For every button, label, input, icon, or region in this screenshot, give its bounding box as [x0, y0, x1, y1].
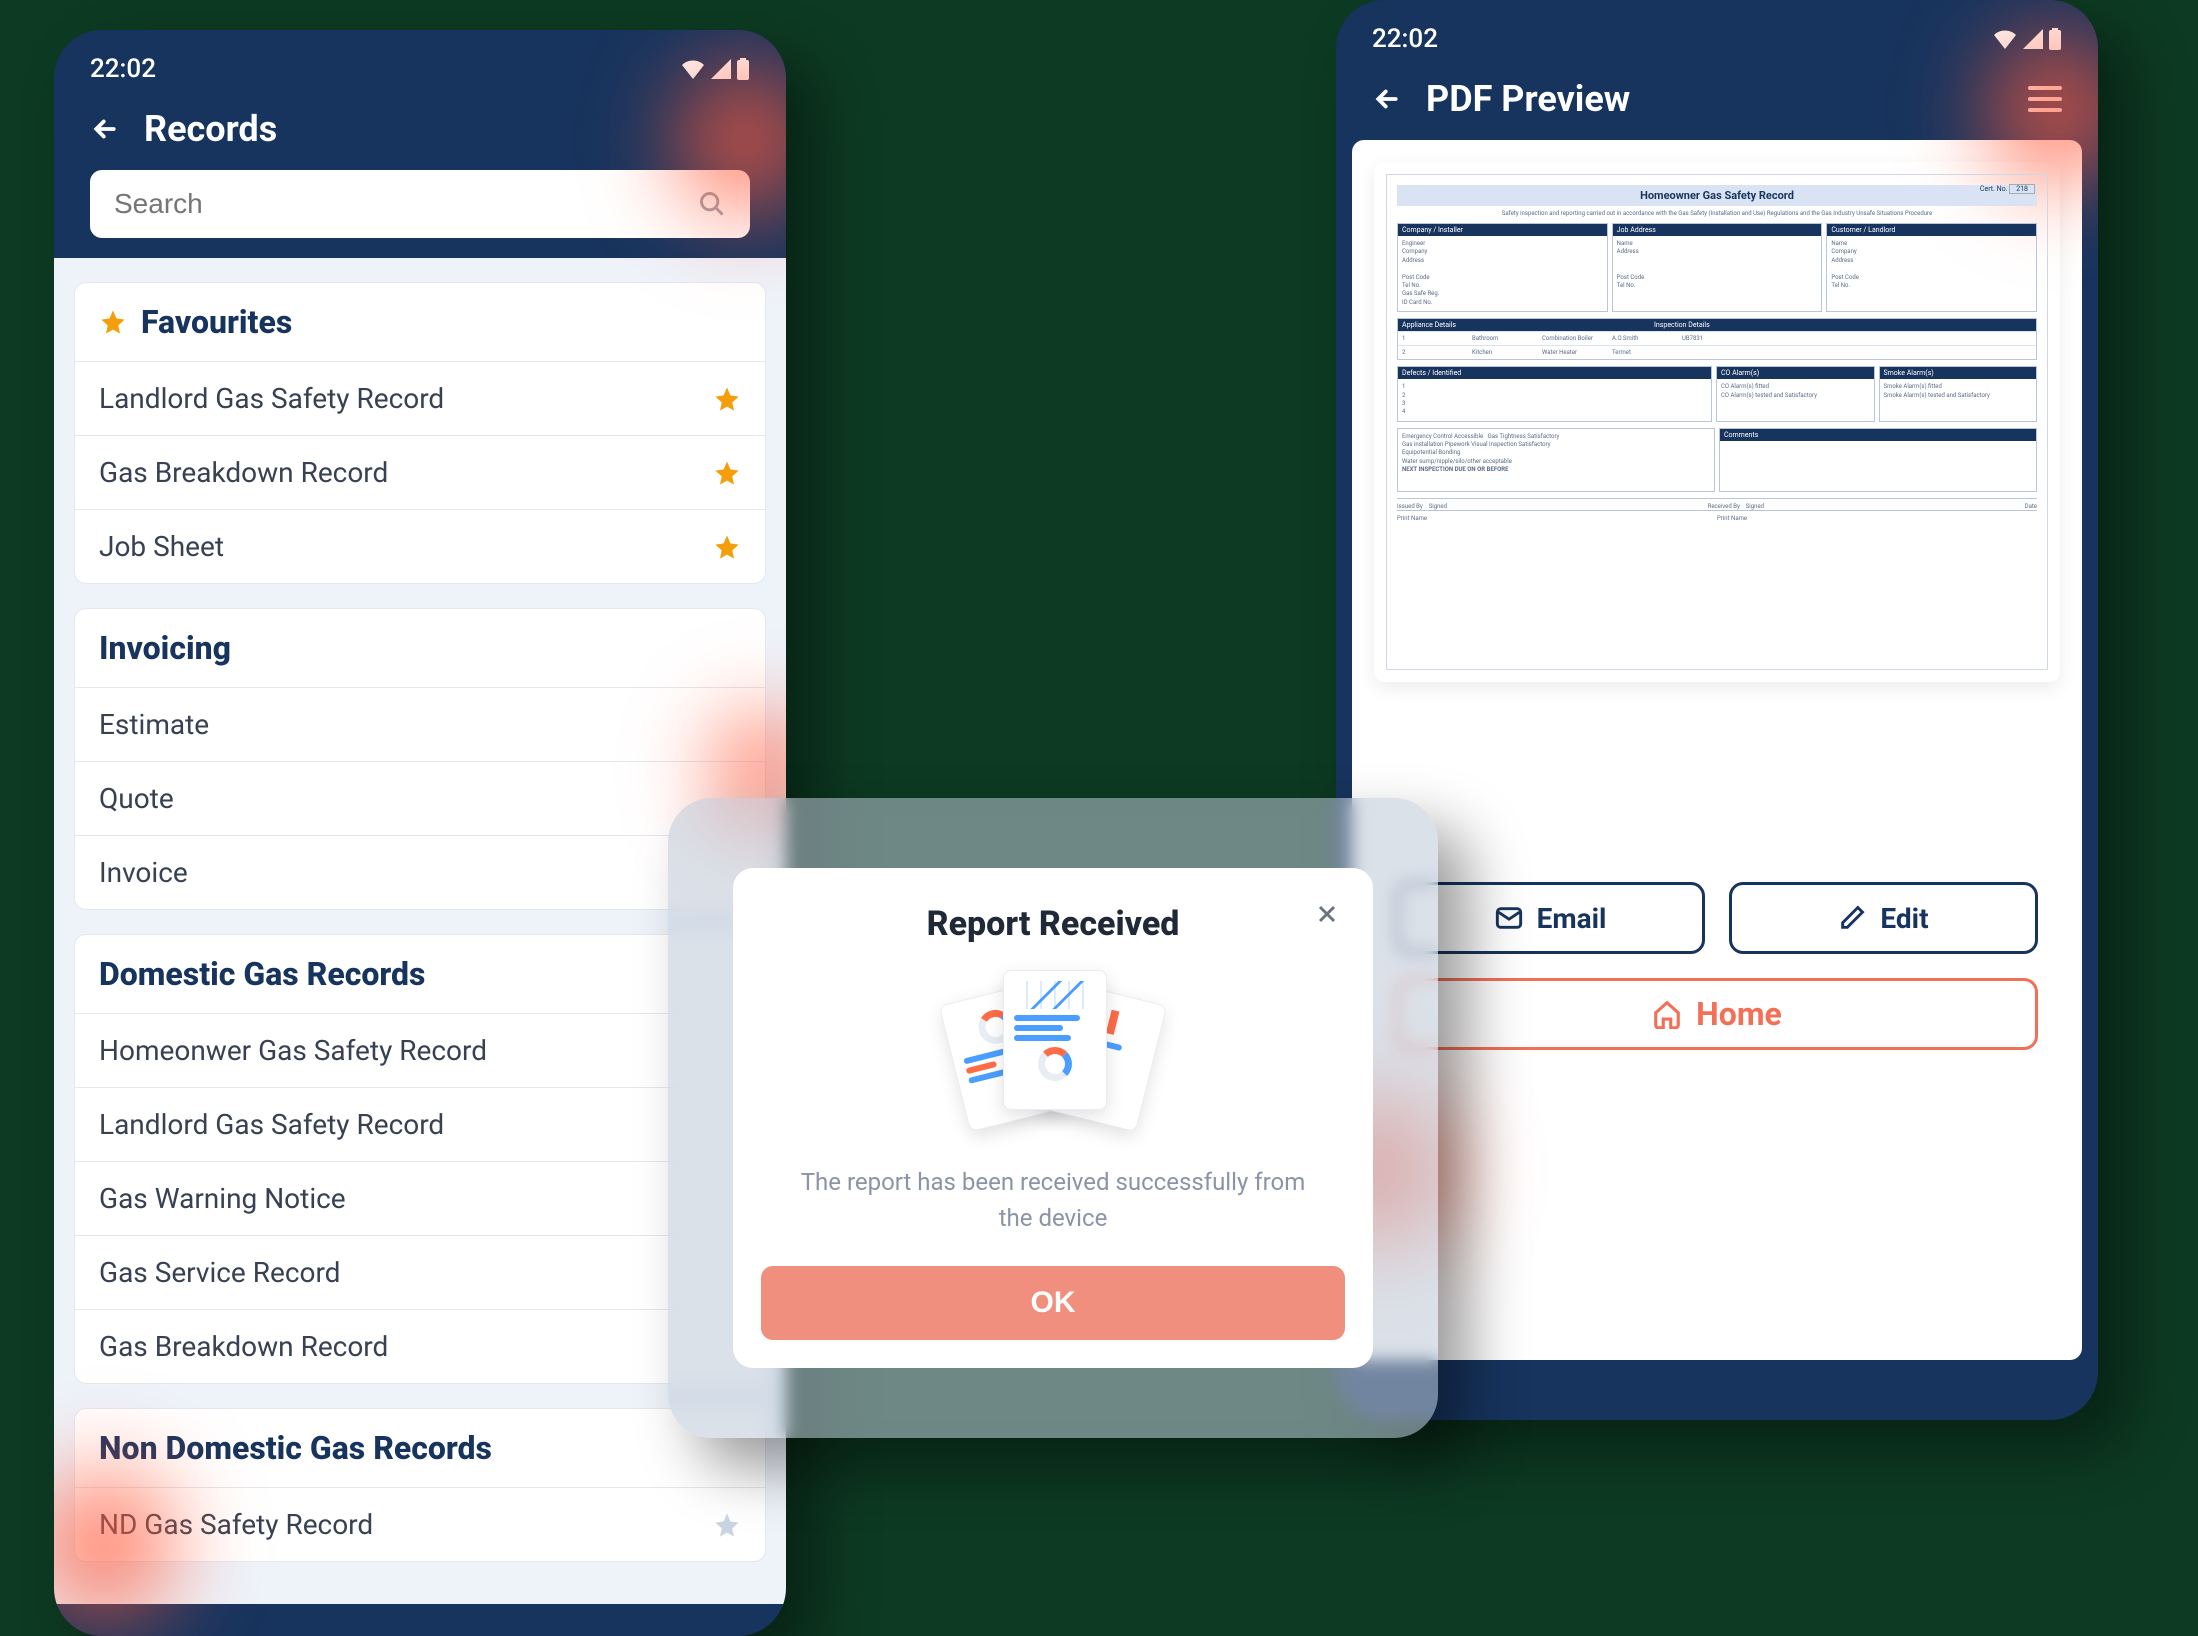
- section-heading: Non Domestic Gas Records: [99, 1429, 492, 1467]
- modal-overlay: Report Received The report has been rece…: [668, 798, 1438, 1438]
- back-icon[interactable]: [1372, 84, 1402, 114]
- search-icon[interactable]: [698, 190, 726, 218]
- preview-header: PDF Preview: [1336, 66, 2098, 140]
- pdf-preview[interactable]: Cert. No. 218 Homeowner Gas Safety Recor…: [1374, 162, 2060, 682]
- search-box[interactable]: [90, 170, 750, 238]
- pdf-title: Homeowner Gas Safety Record: [1397, 185, 2037, 206]
- home-icon: [1652, 999, 1682, 1029]
- email-button[interactable]: Email: [1396, 882, 1705, 954]
- section-heading: Invoicing: [99, 629, 231, 667]
- status-time: 22:02: [1372, 24, 1438, 54]
- list-item[interactable]: Quote: [75, 762, 765, 836]
- ok-button[interactable]: OK: [761, 1266, 1345, 1340]
- report-received-modal: Report Received The report has been rece…: [733, 868, 1373, 1368]
- non-domestic-section: Non Domestic Gas Records ND Gas Safety R…: [74, 1408, 766, 1562]
- wifi-icon: [680, 59, 706, 79]
- status-icons: [680, 58, 750, 80]
- list-item[interactable]: Gas Breakdown Record: [75, 436, 765, 510]
- signal-icon: [710, 59, 732, 79]
- status-bar: 22:02: [54, 30, 786, 96]
- list-item[interactable]: Invoice: [75, 836, 765, 909]
- modal-title: Report Received: [761, 904, 1345, 944]
- page-title: PDF Preview: [1426, 78, 1630, 120]
- close-icon[interactable]: [1313, 900, 1341, 928]
- list-item[interactable]: Landlord Gas Safety Record: [75, 1088, 765, 1162]
- section-heading: Domestic Gas Records: [99, 955, 425, 993]
- signal-icon: [2022, 29, 2044, 49]
- star-icon[interactable]: [713, 1511, 741, 1539]
- list-item[interactable]: Landlord Gas Safety Record: [75, 362, 765, 436]
- battery-icon: [2048, 28, 2062, 50]
- edit-icon: [1838, 904, 1866, 932]
- search-input[interactable]: [114, 188, 698, 220]
- status-time: 22:02: [90, 54, 156, 84]
- list-item[interactable]: Gas Breakdown Record: [75, 1310, 765, 1383]
- menu-icon[interactable]: [2028, 86, 2062, 112]
- list-item[interactable]: Gas Service Record: [75, 1236, 765, 1310]
- domestic-section: Domestic Gas Records Homeonwer Gas Safet…: [74, 934, 766, 1384]
- page-title: Records: [144, 108, 277, 150]
- preview-phone: 22:02 PDF Preview Cert. No. 218 Homeowne…: [1336, 0, 2098, 1420]
- list-item[interactable]: ND Gas Safety Record: [75, 1488, 765, 1561]
- modal-message: The report has been received successfull…: [761, 1164, 1345, 1236]
- star-icon: [99, 308, 127, 336]
- invoicing-section: Invoicing Estimate Quote Invoice: [74, 608, 766, 910]
- favourites-section: Favourites Landlord Gas Safety Record Ga…: [74, 282, 766, 584]
- section-heading: Favourites: [141, 303, 292, 341]
- home-button[interactable]: Home: [1396, 978, 2038, 1050]
- email-icon: [1495, 904, 1523, 932]
- modal-illustration: [761, 964, 1345, 1134]
- list-item[interactable]: Homeonwer Gas Safety Record: [75, 1014, 765, 1088]
- list-item[interactable]: Estimate: [75, 688, 765, 762]
- star-icon[interactable]: [713, 459, 741, 487]
- records-header: Records: [54, 96, 786, 170]
- wifi-icon: [1992, 29, 2018, 49]
- status-icons: [1992, 28, 2062, 50]
- star-icon[interactable]: [713, 385, 741, 413]
- star-icon[interactable]: [713, 533, 741, 561]
- edit-button[interactable]: Edit: [1729, 882, 2038, 954]
- list-item[interactable]: Job Sheet: [75, 510, 765, 583]
- list-item[interactable]: Gas Warning Notice: [75, 1162, 765, 1236]
- status-bar: 22:02: [1336, 0, 2098, 66]
- battery-icon: [736, 58, 750, 80]
- back-icon[interactable]: [90, 114, 120, 144]
